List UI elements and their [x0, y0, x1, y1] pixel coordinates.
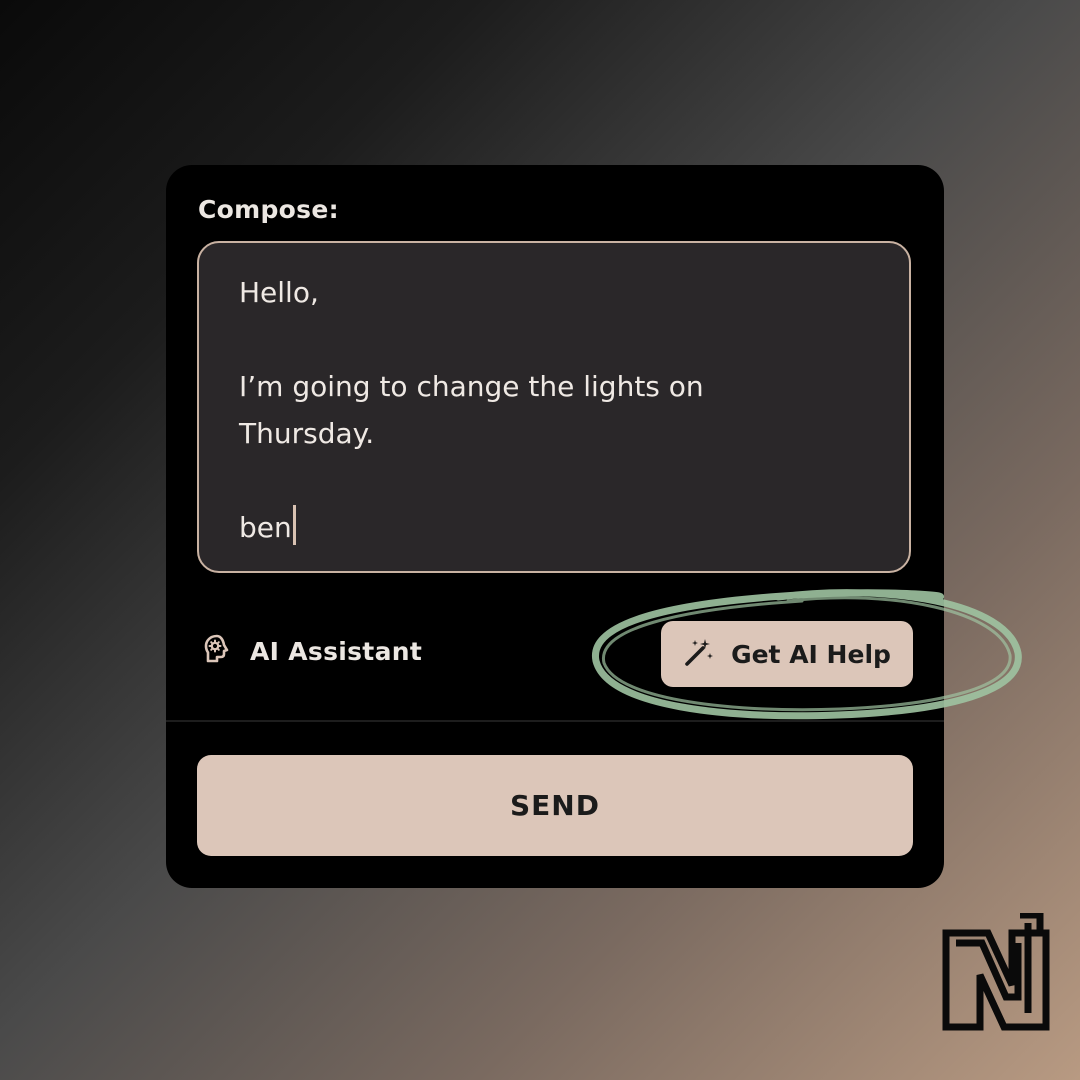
compose-textarea[interactable]: Hello, I’m going to change the lights on…	[197, 241, 911, 573]
n-logo-icon	[942, 913, 1050, 1031]
divider	[166, 720, 944, 722]
compose-line-with-caret: ben	[239, 504, 869, 551]
ai-assistant-label: AI Assistant	[250, 637, 423, 666]
send-button[interactable]: SEND	[197, 755, 913, 856]
compose-line: Hello,	[239, 276, 319, 309]
compose-line: I’m going to change the lights on	[239, 370, 704, 403]
compose-label: Compose:	[198, 195, 339, 224]
magic-wand-icon	[683, 636, 715, 673]
send-label: SEND	[510, 789, 600, 822]
brain-gear-icon	[202, 633, 232, 670]
text-caret	[292, 505, 296, 545]
get-ai-help-button[interactable]: Get AI Help	[661, 621, 913, 687]
ai-assistant-row: AI Assistant	[202, 633, 422, 670]
compose-line: ben	[239, 511, 292, 544]
compose-line: Thursday.	[239, 417, 375, 450]
get-ai-help-label: Get AI Help	[731, 639, 891, 669]
compose-card: Compose: Hello, I’m going to change the …	[166, 165, 944, 888]
